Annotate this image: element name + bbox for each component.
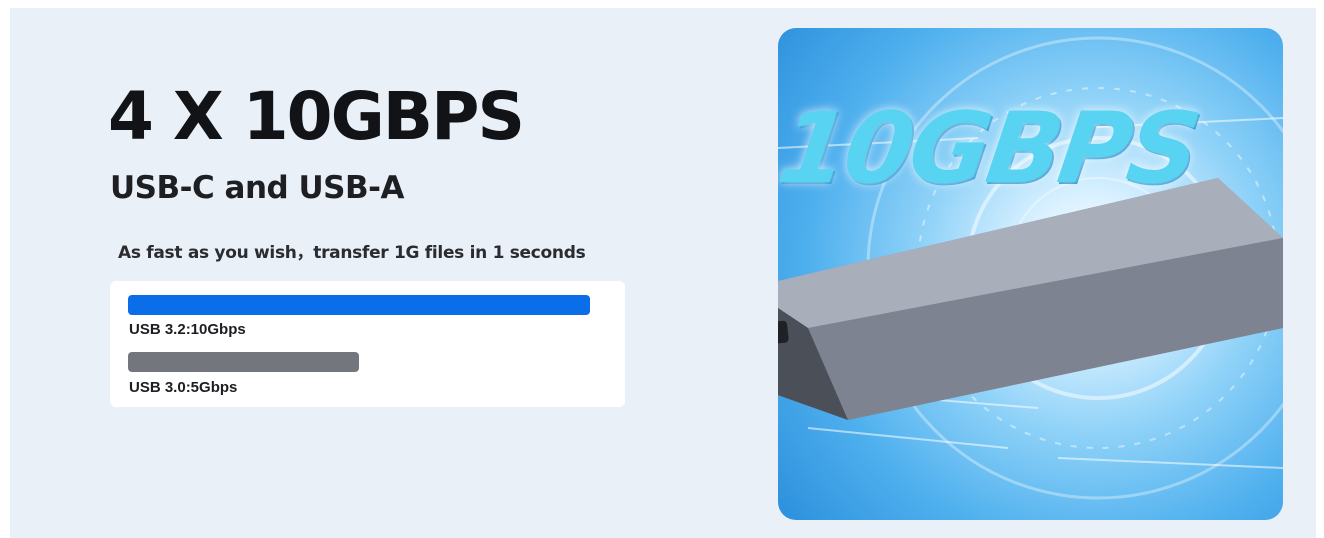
speed-bar-usb30 <box>128 352 590 372</box>
speed-bar-usb32 <box>128 295 590 315</box>
speed-comparison-card: USB 3.2:10Gbps USB 3.0:5Gbps <box>110 281 625 407</box>
speed-badge-text: 10GBPS <box>771 92 1204 206</box>
tagline: As fast as you wish，transfer 1G files in… <box>118 243 586 263</box>
speed-bar-label: USB 3.0:5Gbps <box>129 379 238 396</box>
subheadline: USB-C and USB-A <box>110 170 405 206</box>
speed-bar-fill <box>128 352 359 372</box>
speed-bar-fill <box>128 295 590 315</box>
headline: 4 X 10GBPS <box>108 78 525 155</box>
speed-bar-label: USB 3.2:10Gbps <box>129 321 246 338</box>
